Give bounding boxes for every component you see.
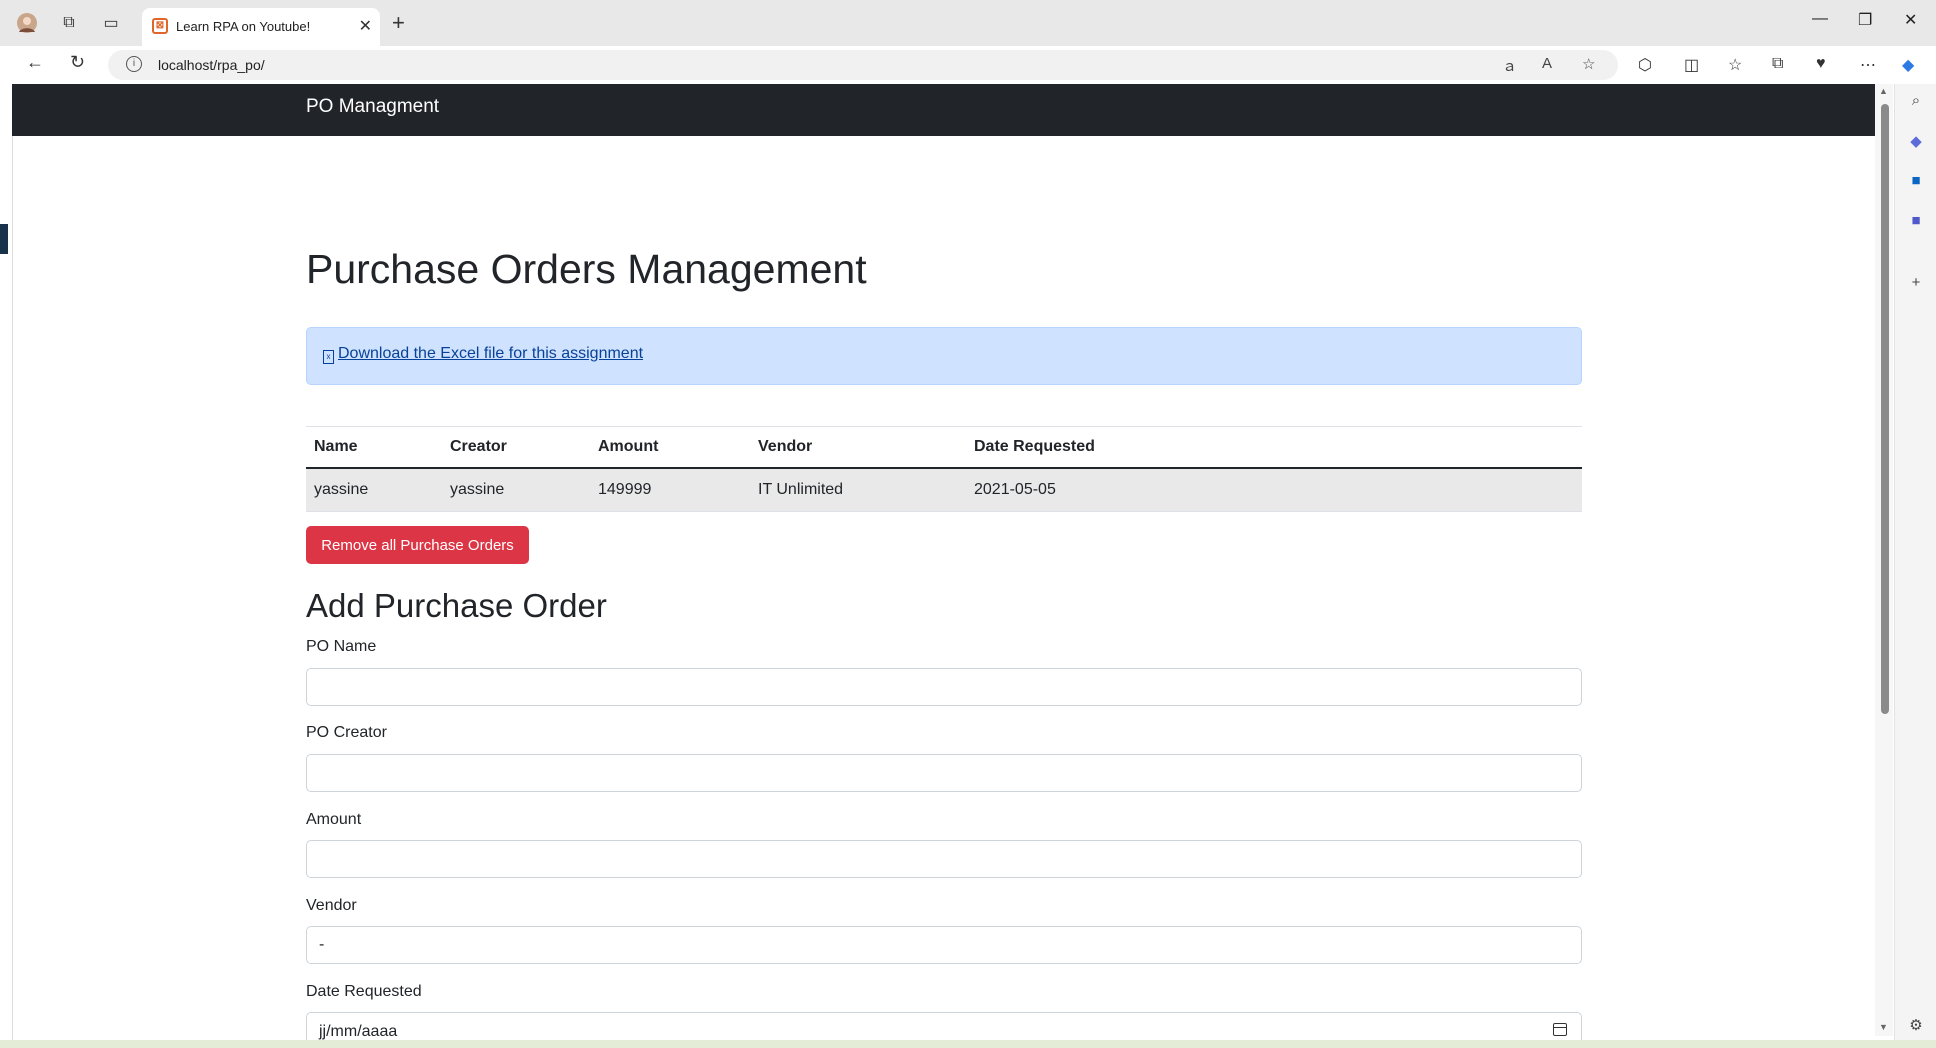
sidebar-settings-icon[interactable]: ⚙ xyxy=(1907,1016,1925,1034)
taskbar-edge xyxy=(0,1040,1936,1048)
browser-sidebar: ⌕ ◆ ■ ■ + ⚙ xyxy=(1894,84,1936,1048)
excel-file-icon: x xyxy=(323,350,334,364)
download-excel-link[interactable]: x Download the Excel file for this assign… xyxy=(323,345,643,364)
scroll-up-icon[interactable]: ▲ xyxy=(1879,86,1888,96)
column-header-amount: Amount xyxy=(590,426,750,469)
column-header-name: Name xyxy=(306,426,442,469)
vendor-selected-value: - xyxy=(319,936,325,953)
table-header-row: Name Creator Amount Vendor Date Requeste… xyxy=(306,426,1582,469)
restore-icon[interactable]: ❐ xyxy=(1858,10,1872,30)
new-tab-icon[interactable]: + xyxy=(392,10,405,36)
column-header-creator: Creator xyxy=(442,426,590,469)
cell-amount: 149999 xyxy=(590,467,750,512)
table-row: yassine yassine 149999 IT Unlimited 2021… xyxy=(306,467,1582,512)
close-window-icon[interactable]: ✕ xyxy=(1904,10,1917,30)
tab-title: Learn RPA on Youtube! xyxy=(176,19,311,34)
refresh-icon[interactable]: ↻ xyxy=(70,52,85,73)
purchase-orders-table: Name Creator Amount Vendor Date Requeste… xyxy=(306,426,1582,512)
teams-icon[interactable]: ■ xyxy=(1907,212,1925,230)
download-link-text[interactable]: Download the Excel file for this assignm… xyxy=(338,345,643,362)
page-navbar: PO Managment xyxy=(12,84,1875,136)
po-name-label: PO Name xyxy=(306,638,377,655)
browser-essentials-icon[interactable]: ♥ xyxy=(1816,55,1826,73)
po-creator-label: PO Creator xyxy=(306,724,387,741)
left-edge-strip xyxy=(0,84,13,1048)
vendor-label: Vendor xyxy=(306,897,357,914)
cell-creator: yassine xyxy=(442,467,590,512)
download-alert: x Download the Excel file for this assign… xyxy=(306,327,1582,385)
browser-toolbar: ← ↻ i localhost/rpa_po/ ａ A ☆ ⬡ ◫ ☆ ⧉ ♥ … xyxy=(0,46,1936,84)
browser-tab-bar: ⧉ ▭ ⊠ Learn RPA on Youtube! ✕ + — ❐ ✕ xyxy=(0,0,1936,46)
cell-vendor: IT Unlimited xyxy=(750,467,966,512)
po-creator-input[interactable] xyxy=(306,754,1582,792)
info-icon[interactable]: i xyxy=(126,56,142,72)
more-menu-icon[interactable]: ⋯ xyxy=(1860,55,1876,75)
column-header-date-requested: Date Requested xyxy=(966,426,1582,469)
scroll-down-icon[interactable]: ▼ xyxy=(1879,1022,1888,1032)
extensions-icon[interactable]: ⬡ xyxy=(1638,55,1652,75)
left-edge-accent xyxy=(0,224,8,254)
add-order-heading: Add Purchase Order xyxy=(306,587,607,624)
remove-all-orders-button[interactable]: Remove all Purchase Orders xyxy=(306,526,529,564)
back-icon[interactable]: ← xyxy=(26,52,44,73)
cell-name: yassine xyxy=(306,467,442,512)
amount-input[interactable] xyxy=(306,840,1582,878)
workspaces-icon[interactable]: ⧉ xyxy=(58,12,80,34)
copilot-icon[interactable]: ◆ xyxy=(1902,55,1914,75)
tab-actions-icon[interactable]: ▭ xyxy=(100,12,122,34)
tab-favicon-icon: ⊠ xyxy=(152,18,168,34)
column-header-vendor: Vendor xyxy=(750,426,966,469)
favorite-star-icon[interactable]: ☆ xyxy=(1582,55,1595,73)
scroll-thumb[interactable] xyxy=(1881,104,1889,714)
address-url[interactable]: localhost/rpa_po/ xyxy=(158,57,265,73)
page-title: Purchase Orders Management xyxy=(306,246,867,292)
amount-label: Amount xyxy=(306,811,362,828)
shopping-icon[interactable]: ◆ xyxy=(1907,132,1925,150)
translate-icon[interactable]: ａ xyxy=(1502,55,1517,76)
address-bar[interactable]: i localhost/rpa_po/ ａ A ☆ xyxy=(108,50,1618,80)
collections-icon[interactable]: ⧉ xyxy=(1772,55,1783,73)
read-aloud-icon[interactable]: A xyxy=(1542,55,1552,72)
split-screen-icon[interactable]: ◫ xyxy=(1684,55,1699,75)
date-placeholder: jj/mm/aaaa xyxy=(319,1023,398,1040)
minimize-icon[interactable]: — xyxy=(1812,10,1828,28)
outlook-icon[interactable]: ■ xyxy=(1907,172,1925,190)
add-sidebar-app-icon[interactable]: + xyxy=(1907,274,1925,292)
search-icon[interactable]: ⌕ xyxy=(1907,92,1925,110)
active-tab[interactable]: ⊠ Learn RPA on Youtube! ✕ xyxy=(142,8,380,46)
date-requested-label: Date Requested xyxy=(306,983,422,1000)
page-scrollbar[interactable]: ▲ ▼ xyxy=(1875,84,1893,1036)
profile-avatar-icon[interactable] xyxy=(16,12,38,34)
navbar-brand[interactable]: PO Managment xyxy=(306,96,439,118)
favorites-icon[interactable]: ☆ xyxy=(1728,55,1742,75)
po-name-input[interactable] xyxy=(306,668,1582,706)
tab-close-icon[interactable]: ✕ xyxy=(359,16,372,36)
vendor-select[interactable]: - xyxy=(306,926,1582,964)
calendar-icon[interactable] xyxy=(1553,1023,1567,1036)
cell-date-requested: 2021-05-05 xyxy=(966,467,1582,512)
